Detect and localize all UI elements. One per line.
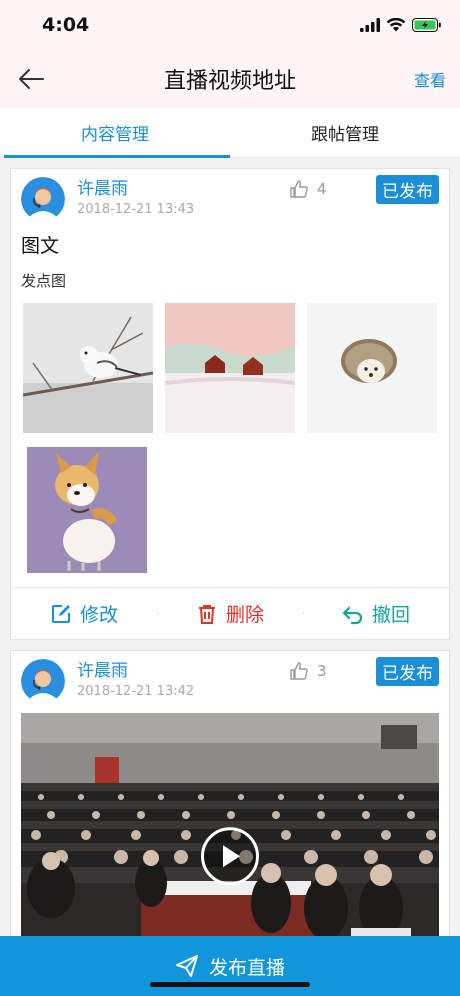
post-time: 2018-12-21 13:43 (77, 202, 195, 217)
like-counter[interactable]: 4 (289, 179, 327, 199)
thumbs-up-icon (290, 180, 308, 198)
like-counter[interactable]: 3 (289, 661, 327, 681)
post-header: 许晨雨 2018-12-21 13:43 4 已发布 (11, 169, 449, 221)
tab-bar: 内容管理 跟帖管理 (0, 108, 460, 158)
status-time: 4:04 (42, 14, 90, 36)
edit-label: 修改 (79, 604, 118, 626)
send-icon (175, 955, 198, 977)
post-card: 许晨雨 2018-12-21 13:42 3 已发布 (10, 650, 450, 953)
withdraw-button[interactable]: 撤回 (303, 600, 449, 627)
back-button[interactable] (18, 68, 44, 90)
home-indicator (150, 982, 310, 987)
author-name[interactable]: 许晨雨 (77, 661, 194, 681)
image-bird[interactable] (23, 303, 153, 433)
status-badge: 已发布 (376, 175, 439, 204)
user-avatar-icon (21, 177, 65, 221)
status-badge: 已发布 (376, 657, 439, 686)
delete-label: 删除 (225, 604, 264, 626)
publish-live-button[interactable]: 发布直播 (0, 936, 460, 996)
video-thumbnail[interactable] (21, 713, 439, 953)
post-description: 发点图 (21, 272, 67, 290)
post-time: 2018-12-21 13:42 (77, 684, 195, 699)
like-count: 3 (317, 662, 327, 680)
nav-bar: 直播视频地址 查看 (0, 50, 460, 108)
post-header: 许晨雨 2018-12-21 13:42 3 已发布 (11, 651, 449, 703)
status-icons (360, 18, 442, 32)
post-card: 许晨雨 2018-12-21 13:43 4 已发布 图文 发点图 修改 删除 … (10, 168, 450, 640)
view-link[interactable]: 查看 (414, 67, 446, 91)
like-count: 4 (317, 180, 327, 198)
trash-icon (198, 604, 215, 624)
tab-reply-management[interactable]: 跟帖管理 (230, 108, 460, 157)
post-actions: 修改 删除 撤回 (11, 587, 449, 639)
post-title: 图文 (21, 235, 60, 257)
avatar[interactable] (21, 177, 65, 221)
user-avatar-icon (21, 659, 65, 703)
battery-icon (412, 18, 441, 32)
snow-cabins-painting (165, 303, 295, 433)
bird-photo (23, 303, 153, 433)
author-name[interactable]: 许晨雨 (77, 179, 194, 199)
edit-button[interactable]: 修改 (11, 600, 157, 627)
arrow-left-icon (19, 69, 44, 89)
withdraw-label: 撤回 (371, 604, 410, 626)
thumbs-up-icon (290, 662, 308, 680)
play-icon (223, 845, 240, 868)
image-hedgehog[interactable] (307, 303, 437, 433)
undo-icon (342, 606, 363, 624)
delete-button[interactable]: 删除 (157, 600, 303, 627)
signal-icon (360, 18, 380, 32)
dog-drawing (23, 445, 153, 575)
status-bar: 4:04 (0, 0, 460, 50)
avatar[interactable] (21, 659, 65, 703)
image-grid (11, 291, 449, 587)
wifi-icon (386, 18, 406, 32)
publish-live-label: 发布直播 (208, 956, 285, 979)
hedgehog-photo (307, 303, 437, 433)
page-title: 直播视频地址 (163, 69, 296, 94)
play-button[interactable] (201, 827, 259, 886)
image-snow-cabins[interactable] (165, 303, 295, 433)
image-dog[interactable] (23, 445, 153, 575)
edit-icon (51, 604, 70, 623)
tab-content-management[interactable]: 内容管理 (0, 108, 230, 158)
